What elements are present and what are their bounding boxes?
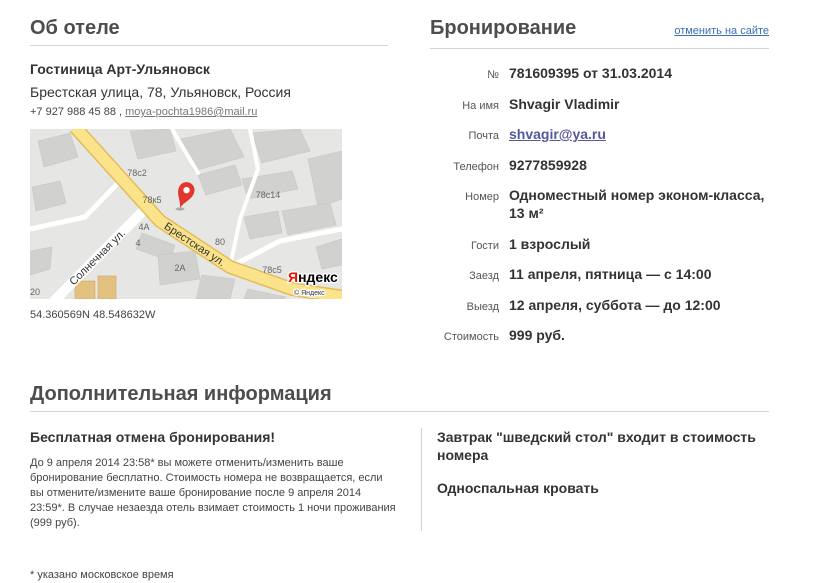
hotel-name: Гостиница Арт-Ульяновск xyxy=(30,61,210,77)
cancellation-text-line: До 9 апреля 2014 23:58* вы можете отмени… xyxy=(30,457,344,469)
guest-phone-value: 9277859928 xyxy=(509,156,587,173)
checkin-value: 11 апреля, пятница — с 14:00 xyxy=(509,266,712,282)
map-house-label: 78с5 xyxy=(262,265,282,275)
additional-info-heading: Дополнительная информация xyxy=(30,382,769,412)
row-label: Заезд xyxy=(469,270,499,282)
room-type-value: Одноместный номер эконом-класса, 13 м² xyxy=(509,187,765,221)
cancellation-text-line: бронирование бесплатно. Стоимость номера… xyxy=(30,472,383,484)
booking-row-price: Стоимость 999 руб. xyxy=(430,326,769,344)
amenity-breakfast: Завтрак "шведский стол" входит в стоимос… xyxy=(437,429,756,463)
row-label: Гости xyxy=(470,239,499,252)
contact-separator: , xyxy=(115,106,126,118)
row-label: Номер xyxy=(465,191,499,203)
booking-row-checkin: Заезд 11 апреля, пятница — с 14:00 xyxy=(430,265,769,283)
guest-email-value: shvagir@ya.ru xyxy=(509,125,769,143)
booking-row-checkout: Выезд 12 апреля, суббота — до 12:00 xyxy=(430,296,769,314)
booking-number-value: 781609395 от 31.03.2014 xyxy=(509,65,672,81)
guest-name-value: Shvagir Vladimir xyxy=(509,95,620,112)
booking-row-guest-name: На имя Shvagir Vladimir xyxy=(430,95,769,113)
cancellation-text-line: 23:59*. В случае незаезда отель взимает … xyxy=(30,502,396,514)
map-copyright: © Яндекс xyxy=(294,289,325,297)
booking-row-number: № 781609395 от 31.03.2014 xyxy=(430,64,769,82)
map-pin-shadow xyxy=(175,207,185,211)
guest-email-link[interactable]: shvagir@ya.ru xyxy=(509,126,606,142)
booking-section: Бронирование отменить на сайте № 7816093… xyxy=(430,16,769,357)
additional-info-section: Дополнительная информация xyxy=(30,382,769,412)
hotel-map[interactable]: 78с2 78к5 78с14 4А 4 80 2А 20 78с5 Брест… xyxy=(30,129,342,299)
cancellation-text-line: (999 руб). xyxy=(30,517,80,529)
yandex-logo[interactable]: Яндекс xyxy=(287,268,340,287)
guests-value: 1 взрослый xyxy=(509,235,591,252)
row-label: Стоимость xyxy=(443,331,499,343)
footnote: * указано московское время xyxy=(30,569,174,581)
map-house-label: 78с14 xyxy=(256,190,281,200)
cancellation-text-line: вы отмените/измените ваше бронирование п… xyxy=(30,487,362,499)
row-label: № xyxy=(487,69,499,81)
hotel-address: Брестская улица, 78, Ульяновск, Россия xyxy=(30,84,291,100)
booking-row-email: Почта shvagir@ya.ru xyxy=(430,125,769,143)
amenities-block: Завтрак "шведский стол" входит в стоимос… xyxy=(437,428,769,497)
row-label: Выезд xyxy=(466,300,499,313)
hotel-phone: +7 927 988 45 88 xyxy=(30,106,116,118)
hotel-email-link[interactable]: moya-pochta1986@mail.ru xyxy=(125,106,257,118)
booking-heading: Бронирование xyxy=(430,17,577,39)
map-house-label: 4А xyxy=(138,222,149,232)
booking-row-guests: Гости 1 взрослый xyxy=(430,235,769,253)
free-cancellation-text: До 9 апреля 2014 23:58* вы можете отмени… xyxy=(30,456,415,531)
free-cancellation-block: Бесплатная отмена бронирования! До 9 апр… xyxy=(30,428,415,531)
map-house-label: 78к5 xyxy=(143,195,162,205)
free-cancellation-title: Бесплатная отмена бронирования! xyxy=(30,429,276,445)
map-house-label: 20 xyxy=(30,287,40,297)
map-house-label: 80 xyxy=(215,237,225,247)
row-label: На имя xyxy=(462,99,499,112)
hotel-contacts: +7 927 988 45 88 , moya-pochta1986@mail.… xyxy=(30,105,388,119)
hotel-heading: Об отеле xyxy=(30,16,388,46)
booking-details: № 781609395 от 31.03.2014 На имя Shvagir… xyxy=(430,64,769,344)
row-label: Телефон xyxy=(453,160,499,173)
hotel-section: Об отеле Гостиница Арт-Ульяновск Брестск… xyxy=(30,16,388,322)
booking-row-phone: Телефон 9277859928 xyxy=(430,156,769,174)
booking-row-room: Номер Одноместный номер эконом-класса, 1… xyxy=(430,186,769,222)
cancel-on-site-link[interactable]: отменить на сайте xyxy=(674,19,769,43)
map-house-label: 78с2 xyxy=(127,168,147,178)
vertical-divider xyxy=(421,428,422,531)
amenity-bed: Односпальная кровать xyxy=(437,480,599,496)
checkout-value: 12 апреля, суббота — до 12:00 xyxy=(509,296,721,313)
booking-heading-row: Бронирование отменить на сайте xyxy=(430,16,769,49)
price-value: 999 руб. xyxy=(509,327,565,343)
hotel-coordinates: 54.360569N 48.548632W xyxy=(30,309,156,321)
map-house-label: 4 xyxy=(135,238,140,248)
map-house-label: 2А xyxy=(174,263,185,273)
row-label: Почта xyxy=(468,130,499,142)
